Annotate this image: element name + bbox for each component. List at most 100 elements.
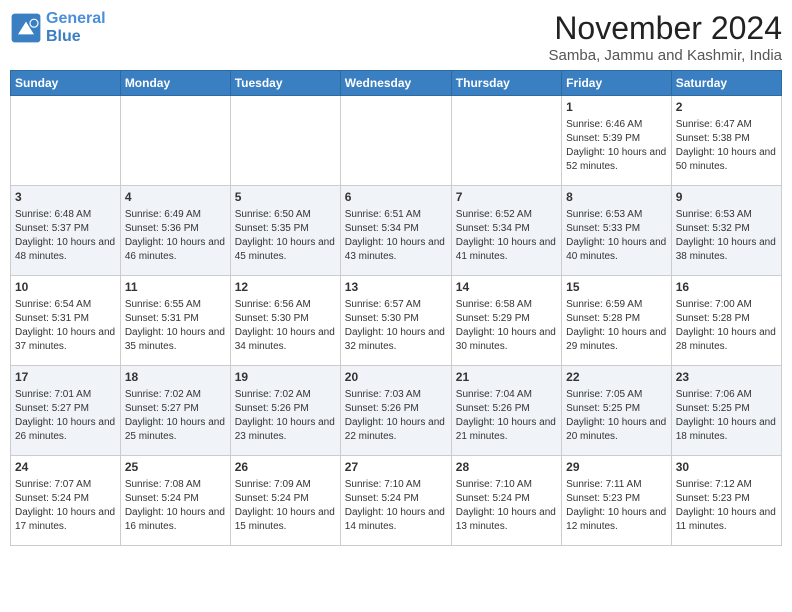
day-info: Sunrise: 6:47 AM Sunset: 5:38 PM Dayligh…: [676, 118, 777, 174]
day-number: 24: [15, 459, 116, 476]
weekday-friday: Friday: [562, 71, 672, 96]
title-block: November 2024 Samba, Jammu and Kashmir, …: [549, 10, 782, 64]
day-number: 9: [676, 189, 777, 206]
logo: General Blue: [10, 10, 106, 45]
day-info: Sunrise: 7:02 AM Sunset: 5:26 PM Dayligh…: [235, 388, 336, 444]
calendar-cell: 29Sunrise: 7:11 AM Sunset: 5:23 PM Dayli…: [562, 456, 672, 546]
calendar-cell: 20Sunrise: 7:03 AM Sunset: 5:26 PM Dayli…: [340, 366, 451, 456]
day-info: Sunrise: 6:51 AM Sunset: 5:34 PM Dayligh…: [345, 208, 447, 264]
calendar-cell: 3 Sunrise: 6:48 AM Sunset: 5:37 PM Daylig…: [11, 186, 121, 276]
calendar-cell: 17 Sunrise: 7:01 AM Sunset: 5:27 PM Dayli…: [11, 366, 121, 456]
day-info: Sunrise: 7:04 AM Sunset: 5:26 PM Dayligh…: [456, 388, 557, 444]
day-info: Sunrise: 6:52 AM Sunset: 5:34 PM Dayligh…: [456, 208, 557, 264]
day-number: 22: [566, 369, 667, 386]
calendar-cell: 6Sunrise: 6:51 AM Sunset: 5:34 PM Daylig…: [340, 186, 451, 276]
day-info: Sunrise: 6:59 AM Sunset: 5:28 PM Dayligh…: [566, 298, 667, 354]
day-info: Sunrise: 6:54 AM Sunset: 5:31 PM Dayligh…: [15, 298, 116, 354]
calendar-cell: 21 Sunrise: 7:04 AM Sunset: 5:26 PM Dayli…: [451, 366, 561, 456]
logo-text: General Blue: [46, 10, 106, 45]
day-number: 18: [125, 369, 226, 386]
day-info: Sunrise: 6:58 AM Sunset: 5:29 PM Dayligh…: [456, 298, 557, 354]
day-number: 23: [676, 369, 777, 386]
calendar-cell: 9 Sunrise: 6:53 AM Sunset: 5:32 PM Daylig…: [671, 186, 781, 276]
location-title: Samba, Jammu and Kashmir, India: [549, 47, 782, 64]
calendar-cell: [120, 96, 230, 186]
day-info: Sunrise: 7:10 AM Sunset: 5:24 PM Dayligh…: [456, 478, 557, 534]
calendar-cell: 19 Sunrise: 7:02 AM Sunset: 5:26 PM Dayli…: [230, 366, 340, 456]
day-info: Sunrise: 6:49 AM Sunset: 5:36 PM Dayligh…: [125, 208, 226, 264]
day-info: Sunrise: 6:53 AM Sunset: 5:32 PM Dayligh…: [676, 208, 777, 264]
day-info: Sunrise: 6:55 AM Sunset: 5:31 PM Dayligh…: [125, 298, 226, 354]
day-info: Sunrise: 6:56 AM Sunset: 5:30 PM Dayligh…: [235, 298, 336, 354]
calendar-cell: 11 Sunrise: 6:55 AM Sunset: 5:31 PM Dayli…: [120, 276, 230, 366]
day-number: 2: [676, 99, 777, 116]
calendar-cell: 25Sunrise: 7:08 AM Sunset: 5:24 PM Dayli…: [120, 456, 230, 546]
day-number: 30: [676, 459, 777, 476]
day-number: 1: [566, 99, 667, 116]
calendar-cell: 30 Sunrise: 7:12 AM Sunset: 5:23 PM Dayli…: [671, 456, 781, 546]
day-info: Sunrise: 6:50 AM Sunset: 5:35 PM Dayligh…: [235, 208, 336, 264]
calendar-cell: 2 Sunrise: 6:47 AM Sunset: 5:38 PM Daylig…: [671, 96, 781, 186]
calendar-cell: 5 Sunrise: 6:50 AM Sunset: 5:35 PM Daylig…: [230, 186, 340, 276]
calendar-cell: [340, 96, 451, 186]
day-info: Sunrise: 6:46 AM Sunset: 5:39 PM Dayligh…: [566, 118, 667, 174]
calendar-cell: 4 Sunrise: 6:49 AM Sunset: 5:36 PM Daylig…: [120, 186, 230, 276]
week-row-2: 10 Sunrise: 6:54 AM Sunset: 5:31 PM Dayli…: [11, 276, 782, 366]
calendar-cell: [451, 96, 561, 186]
day-info: Sunrise: 7:11 AM Sunset: 5:23 PM Dayligh…: [566, 478, 667, 534]
day-info: Sunrise: 7:01 AM Sunset: 5:27 PM Dayligh…: [15, 388, 116, 444]
calendar-cell: [11, 96, 121, 186]
day-number: 10: [15, 279, 116, 296]
calendar-cell: 23 Sunrise: 7:06 AM Sunset: 5:25 PM Dayli…: [671, 366, 781, 456]
day-number: 14: [456, 279, 557, 296]
calendar-body: 1 Sunrise: 6:46 AM Sunset: 5:39 PM Daylig…: [11, 96, 782, 546]
weekday-thursday: Thursday: [451, 71, 561, 96]
calendar-cell: 15 Sunrise: 6:59 AM Sunset: 5:28 PM Dayli…: [562, 276, 672, 366]
calendar-cell: 26Sunrise: 7:09 AM Sunset: 5:24 PM Dayli…: [230, 456, 340, 546]
week-row-3: 17 Sunrise: 7:01 AM Sunset: 5:27 PM Dayli…: [11, 366, 782, 456]
day-number: 28: [456, 459, 557, 476]
page-header: General Blue November 2024 Samba, Jammu …: [10, 10, 782, 64]
calendar-cell: 12 Sunrise: 6:56 AM Sunset: 5:30 PM Dayli…: [230, 276, 340, 366]
month-title: November 2024: [549, 10, 782, 47]
day-info: Sunrise: 7:12 AM Sunset: 5:23 PM Dayligh…: [676, 478, 777, 534]
calendar-cell: 24Sunrise: 7:07 AM Sunset: 5:24 PM Dayli…: [11, 456, 121, 546]
day-number: 15: [566, 279, 667, 296]
day-number: 27: [345, 459, 447, 476]
day-info: Sunrise: 7:05 AM Sunset: 5:25 PM Dayligh…: [566, 388, 667, 444]
weekday-tuesday: Tuesday: [230, 71, 340, 96]
day-number: 19: [235, 369, 336, 386]
day-number: 8: [566, 189, 667, 206]
calendar-cell: 7 Sunrise: 6:52 AM Sunset: 5:34 PM Daylig…: [451, 186, 561, 276]
day-info: Sunrise: 7:06 AM Sunset: 5:25 PM Dayligh…: [676, 388, 777, 444]
day-number: 17: [15, 369, 116, 386]
day-info: Sunrise: 7:03 AM Sunset: 5:26 PM Dayligh…: [345, 388, 447, 444]
day-number: 3: [15, 189, 116, 206]
day-info: Sunrise: 6:53 AM Sunset: 5:33 PM Dayligh…: [566, 208, 667, 264]
week-row-1: 3 Sunrise: 6:48 AM Sunset: 5:37 PM Daylig…: [11, 186, 782, 276]
day-number: 7: [456, 189, 557, 206]
day-number: 12: [235, 279, 336, 296]
calendar-cell: 22 Sunrise: 7:05 AM Sunset: 5:25 PM Dayli…: [562, 366, 672, 456]
calendar-cell: 16 Sunrise: 7:00 AM Sunset: 5:28 PM Dayli…: [671, 276, 781, 366]
calendar-cell: 28 Sunrise: 7:10 AM Sunset: 5:24 PM Dayli…: [451, 456, 561, 546]
day-info: Sunrise: 7:02 AM Sunset: 5:27 PM Dayligh…: [125, 388, 226, 444]
logo-icon: [10, 12, 42, 44]
calendar-cell: 8 Sunrise: 6:53 AM Sunset: 5:33 PM Daylig…: [562, 186, 672, 276]
weekday-wednesday: Wednesday: [340, 71, 451, 96]
calendar-cell: [230, 96, 340, 186]
day-number: 5: [235, 189, 336, 206]
day-number: 16: [676, 279, 777, 296]
week-row-0: 1 Sunrise: 6:46 AM Sunset: 5:39 PM Daylig…: [11, 96, 782, 186]
day-number: 21: [456, 369, 557, 386]
calendar-table: SundayMondayTuesdayWednesdayThursdayFrid…: [10, 70, 782, 546]
day-number: 11: [125, 279, 226, 296]
calendar-cell: 1 Sunrise: 6:46 AM Sunset: 5:39 PM Daylig…: [562, 96, 672, 186]
day-info: Sunrise: 6:48 AM Sunset: 5:37 PM Dayligh…: [15, 208, 116, 264]
day-info: Sunrise: 7:00 AM Sunset: 5:28 PM Dayligh…: [676, 298, 777, 354]
weekday-saturday: Saturday: [671, 71, 781, 96]
day-number: 4: [125, 189, 226, 206]
day-number: 26: [235, 459, 336, 476]
calendar-cell: 18 Sunrise: 7:02 AM Sunset: 5:27 PM Dayli…: [120, 366, 230, 456]
day-number: 13: [345, 279, 447, 296]
